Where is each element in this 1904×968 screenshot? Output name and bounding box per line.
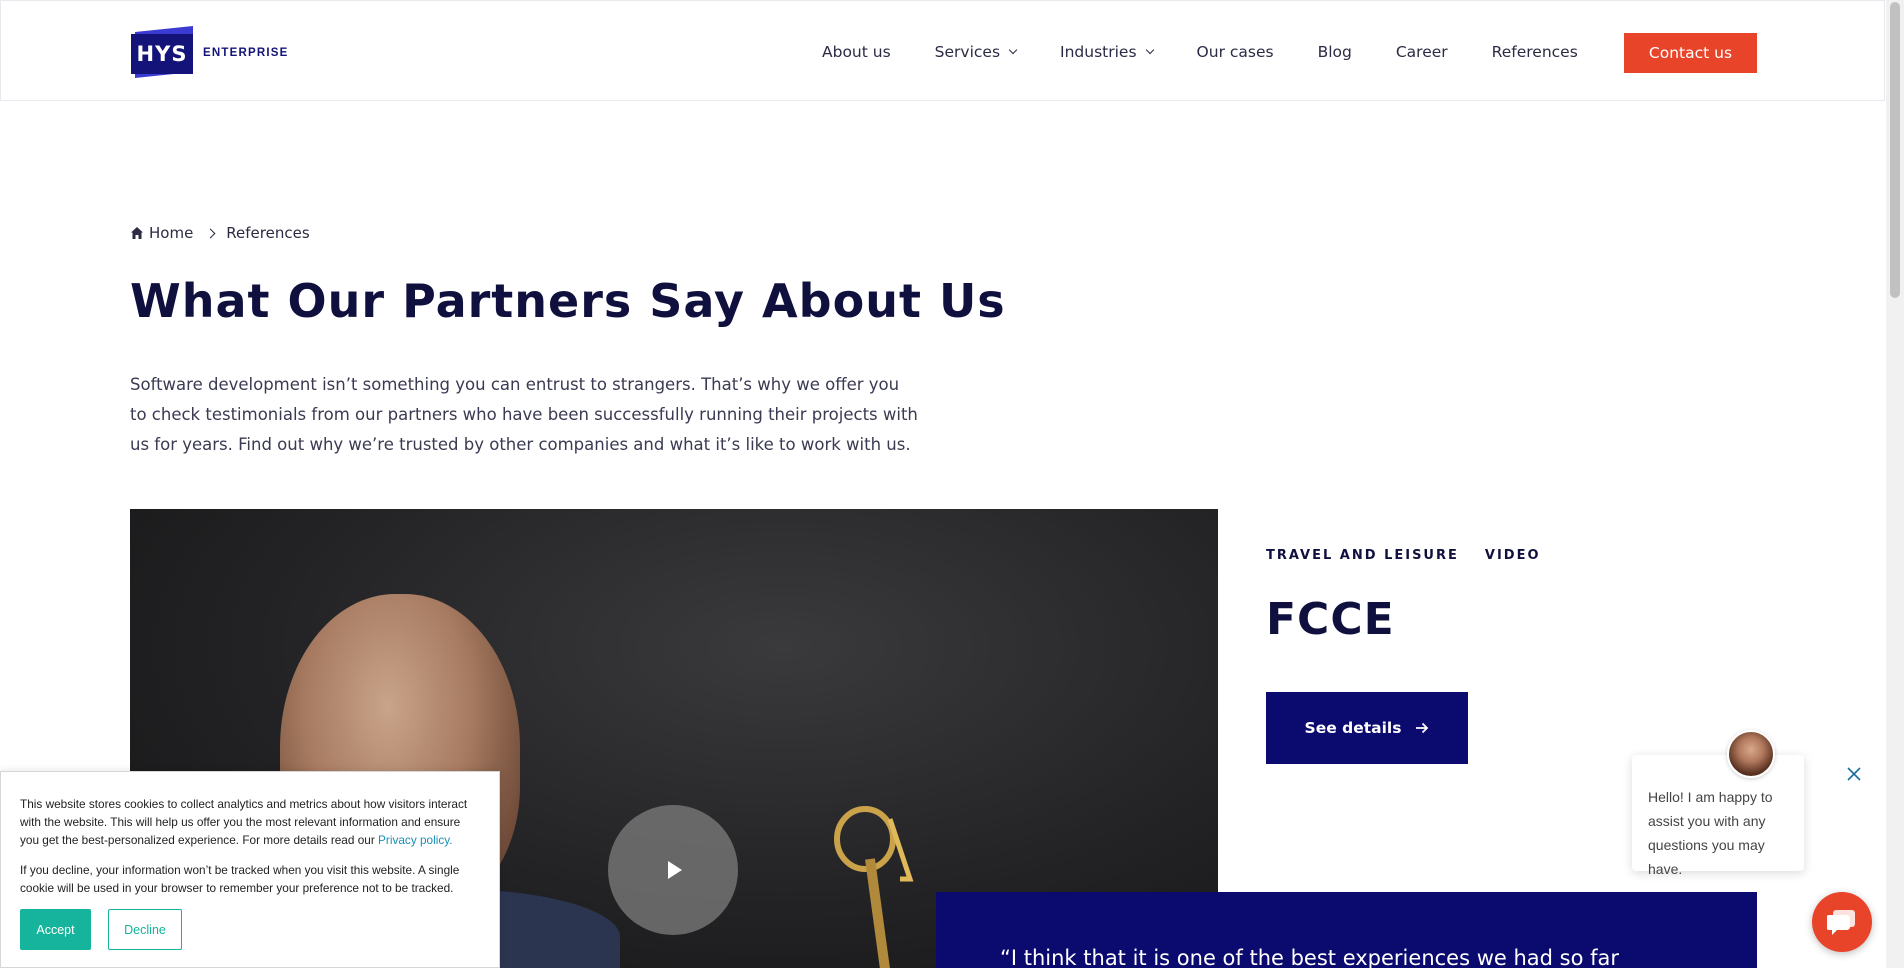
nav-our-cases[interactable]: Our cases xyxy=(1197,43,1274,61)
nav-label: About us xyxy=(822,42,891,61)
nav-industries[interactable]: Industries xyxy=(1060,42,1154,61)
chat-launcher-button[interactable] xyxy=(1812,892,1872,952)
nav-about-us[interactable]: About us xyxy=(822,43,891,61)
cookie-text-1: This website stores cookies to collect a… xyxy=(20,795,481,849)
main-nav: About us Services Industries Our cases B… xyxy=(822,1,1622,102)
play-icon xyxy=(668,861,682,879)
nav-blog[interactable]: Blog xyxy=(1318,43,1352,61)
cookie-text-2: If you decline, your information won’t b… xyxy=(20,863,460,895)
logo-text: ENTERPRISE xyxy=(203,47,289,59)
page-title: What Our Partners Say About Us xyxy=(130,274,1006,328)
nav-label: Industries xyxy=(1060,42,1137,61)
logo[interactable]: HYS ENTERPRISE xyxy=(131,25,289,79)
case-title: FCCE xyxy=(1266,594,1395,645)
chevron-right-icon xyxy=(205,228,216,238)
breadcrumb: Home References xyxy=(130,224,310,242)
nav-label: References xyxy=(1491,42,1578,61)
cookie-buttons: Accept Decline xyxy=(20,909,481,950)
nav-career[interactable]: Career xyxy=(1396,43,1448,61)
tag-industry: TRAVEL AND LEISURE xyxy=(1266,548,1459,563)
chat-agent-avatar xyxy=(1727,730,1775,778)
logo-mark: HYS xyxy=(131,25,195,79)
chevron-down-icon xyxy=(1145,45,1154,54)
chevron-down-icon xyxy=(1008,45,1018,54)
chat-message: Hello! I am happy to assist you with any… xyxy=(1648,789,1773,877)
nav-services[interactable]: Services xyxy=(934,42,1018,61)
chat-icon xyxy=(1827,910,1855,935)
cookie-banner: This website stores cookies to collect a… xyxy=(0,771,500,968)
case-tags: TRAVEL AND LEISURE VIDEO xyxy=(1266,548,1567,563)
play-button[interactable] xyxy=(608,805,738,935)
arrow-right-icon xyxy=(1416,722,1429,734)
chat-greeting-bubble[interactable]: Hello! I am happy to assist you with any… xyxy=(1632,755,1804,877)
scrollbar-thumb[interactable] xyxy=(1890,2,1900,298)
nav-label: Our cases xyxy=(1196,42,1274,61)
decline-cookies-button[interactable]: Decline xyxy=(108,909,182,950)
close-icon[interactable] xyxy=(1845,765,1863,783)
contact-us-button[interactable]: Contact us xyxy=(1624,33,1757,73)
see-details-label: See details xyxy=(1304,719,1402,737)
nav-label: Blog xyxy=(1317,42,1352,61)
emmy-statue-image xyxy=(834,806,914,968)
logo-mark-text: HYS xyxy=(131,34,193,74)
breadcrumb-current: References xyxy=(226,224,310,242)
testimonial-quote-block: “I think that it is one of the best expe… xyxy=(936,892,1757,968)
intro-text: Software development isn’t something you… xyxy=(130,375,918,454)
nav-references[interactable]: References xyxy=(1492,43,1578,61)
testimonial-quote: “I think that it is one of the best expe… xyxy=(1000,946,1620,968)
nav-label: Services xyxy=(934,42,1001,61)
site-header: HYS ENTERPRISE About us Services Industr… xyxy=(0,0,1885,101)
accept-cookies-button[interactable]: Accept xyxy=(20,909,91,950)
tag-type: VIDEO xyxy=(1484,548,1541,563)
privacy-policy-link[interactable]: Privacy policy. xyxy=(378,833,453,847)
see-details-button[interactable]: See details xyxy=(1266,692,1468,764)
home-icon xyxy=(131,227,143,239)
page-scrollbar[interactable] xyxy=(1886,0,1904,968)
breadcrumb-home[interactable]: Home xyxy=(149,224,193,242)
nav-label: Career xyxy=(1395,42,1448,61)
